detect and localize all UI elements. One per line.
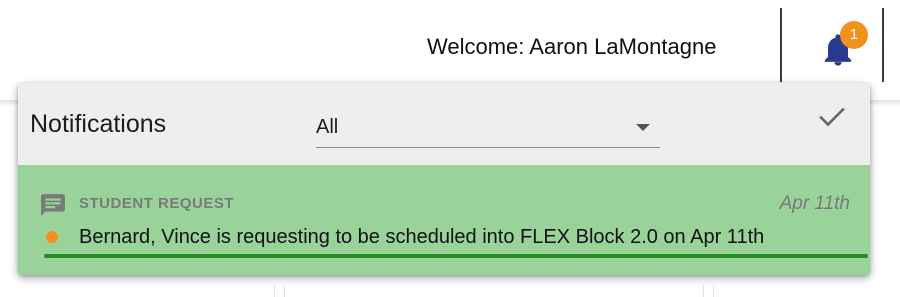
caret-down-icon: [636, 124, 650, 131]
unread-indicator-dot: [46, 231, 58, 243]
notification-message: Bernard, Vince is requesting to be sched…: [79, 226, 765, 248]
background-table-line: [284, 285, 285, 297]
background-table-line: [703, 285, 704, 297]
mark-all-read-button[interactable]: [815, 101, 851, 137]
panel-title: Notifications: [30, 110, 167, 138]
notification-item[interactable]: STUDENT REQUEST Apr 11th Bernard, Vince …: [18, 165, 870, 275]
background-table-line: [713, 285, 714, 297]
notification-date: Apr 11th: [779, 193, 850, 214]
notifications-button[interactable]: 1: [808, 20, 868, 80]
notification-type-label: STUDENT REQUEST: [79, 195, 235, 212]
notification-filter-select[interactable]: All: [316, 105, 660, 148]
notifications-panel: Notifications All STUDENT REQUEST Apr 11…: [18, 83, 870, 275]
filter-selected-value: All: [316, 116, 339, 138]
notification-count-badge: 1: [840, 21, 868, 49]
welcome-text: Welcome: Aaron LaMontagne: [427, 34, 717, 59]
background-table-line: [274, 285, 275, 297]
header-divider-right: [882, 8, 884, 82]
check-icon: [819, 107, 845, 127]
chat-bubble-icon: [41, 194, 65, 216]
header-divider-left: [780, 8, 782, 82]
notification-underline: [44, 254, 868, 258]
